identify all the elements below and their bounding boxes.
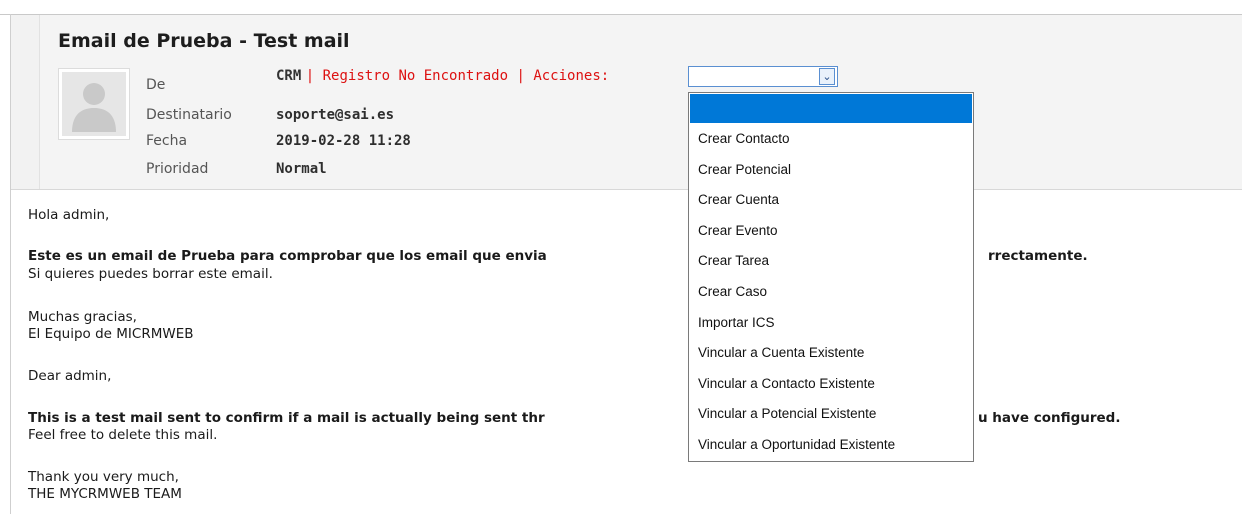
from-line: CRM | Registro No Encontrado | Acciones: (276, 68, 609, 84)
dropdown-option-crear-contacto[interactable]: Crear Contacto (689, 124, 973, 155)
email-subject: Email de Prueba - Test mail (58, 30, 350, 52)
priority-label: Prioridad (146, 161, 209, 177)
user-silhouette-icon (62, 72, 126, 136)
dropdown-option-vincular-contacto[interactable]: Vincular a Contacto Existente (689, 369, 973, 400)
body-bold-es-left: Este es un email de Prueba para comproba… (28, 248, 547, 264)
date-value: 2019-02-28 11:28 (276, 133, 411, 149)
from-sender: CRM (276, 68, 302, 84)
dropdown-option-vincular-oportunidad[interactable]: Vincular a Oportunidad Existente (689, 430, 973, 461)
dropdown-option-vincular-cuenta[interactable]: Vincular a Cuenta Existente (689, 338, 973, 369)
body-thanks-en: Thank you very much, (28, 469, 179, 485)
dropdown-option-crear-evento[interactable]: Crear Evento (689, 216, 973, 247)
body-thanks-es: Muchas gracias, (28, 309, 137, 325)
from-status-actions[interactable]: | Registro No Encontrado | Acciones: (306, 68, 609, 84)
dropdown-option-crear-potencial[interactable]: Crear Potencial (689, 155, 973, 186)
body-bold-es-right: rrectamente. (988, 248, 1088, 264)
body-line-en: Feel free to delete this mail. (28, 427, 218, 443)
sender-avatar (58, 68, 130, 140)
body-greeting-es: Hola admin, (28, 207, 110, 223)
actions-select[interactable]: ⌄ (688, 66, 838, 87)
from-label: De (146, 77, 166, 93)
dropdown-option-empty[interactable] (690, 94, 972, 123)
dropdown-option-crear-cuenta[interactable]: Crear Cuenta (689, 185, 973, 216)
body-line-es: Si quieres puedes borrar este email. (28, 266, 273, 282)
actions-dropdown-list[interactable]: Crear Contacto Crear Potencial Crear Cue… (688, 92, 974, 462)
top-bar (0, 0, 1242, 15)
dropdown-option-importar-ics[interactable]: Importar ICS (689, 308, 973, 339)
to-value: soporte@sai.es (276, 107, 395, 123)
body-bold-en-right: u have configured. (978, 410, 1121, 426)
chevron-down-icon[interactable]: ⌄ (819, 68, 835, 85)
body-team-es: El Equipo de MICRMWEB (28, 326, 194, 342)
dropdown-option-crear-tarea[interactable]: Crear Tarea (689, 246, 973, 277)
dropdown-option-crear-caso[interactable]: Crear Caso (689, 277, 973, 308)
priority-value: Normal (276, 161, 327, 177)
body-bold-en-left: This is a test mail sent to confirm if a… (28, 410, 545, 426)
body-greeting-en: Dear admin, (28, 368, 112, 384)
body-team-en: THE MYCRMWEB TEAM (28, 486, 182, 502)
to-label: Destinatario (146, 107, 232, 123)
dropdown-option-vincular-potencial[interactable]: Vincular a Potencial Existente (689, 399, 973, 430)
date-label: Fecha (146, 133, 188, 149)
